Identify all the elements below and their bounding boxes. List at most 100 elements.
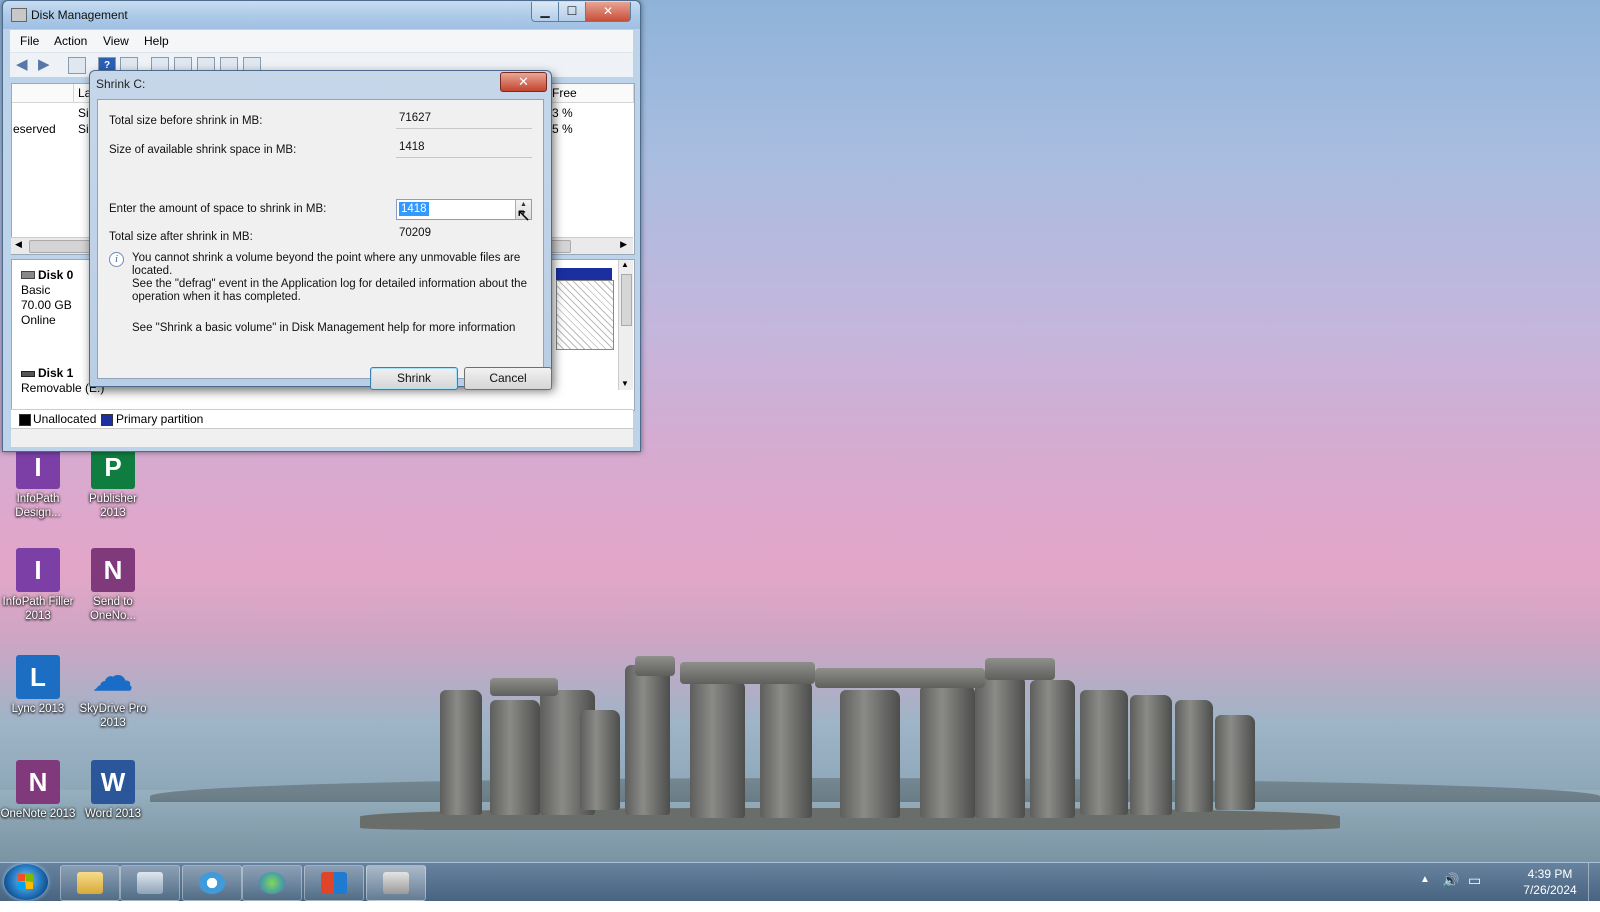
menu-bar: File Action View Help [10,30,633,53]
infopath-filler-icon: I [16,548,60,592]
globe-icon [259,872,285,894]
disk-0-type: Basic [21,283,51,297]
computer-icon [137,872,163,894]
taskbar-network[interactable] [242,865,302,901]
maximize-button[interactable]: ☐ [558,2,586,22]
menu-action[interactable]: Action [54,34,87,48]
taskbar-computer[interactable] [120,865,180,901]
legend-primary-swatch [101,414,113,426]
desktop-icon-label: Send to OneNo... [89,596,137,622]
desktop-icon-label: Word 2013 [84,808,142,820]
help-link-text: See "Shrink a basic volume" in Disk Mana… [132,322,516,334]
row-0-layout: Si [78,106,89,120]
disk-0-info[interactable]: Disk 0 Basic 70.00 GB Online [21,268,73,328]
taskbar-office[interactable] [304,865,364,901]
show-hidden-icons-icon[interactable]: ▲ [1420,874,1430,912]
row-1-free: 5 % [552,122,573,136]
disk-0-drive-icon [21,271,35,279]
scroll-down-icon[interactable]: ▼ [621,379,629,388]
total-size-before-value: 71627 [396,109,532,129]
disk-1-drive-icon [21,371,35,377]
desktop-icon-label: Lync 2013 [11,703,65,715]
disk-management-app-icon [11,8,27,22]
taskbar-explorer[interactable] [60,865,120,901]
start-button[interactable] [4,864,48,900]
total-size-before-label: Total size before shrink in MB: [109,115,263,127]
clock[interactable]: 4:39 PM 7/26/2024 [1510,866,1590,898]
dialog-close-button[interactable]: ✕ [500,72,547,92]
desktop-icon-word[interactable]: W Word 2013 [75,760,151,821]
column-header-free[interactable]: Free [548,84,634,103]
total-size-after-value: 70209 [399,227,431,239]
available-shrink-label: Size of available shrink space in MB: [109,144,297,156]
scroll-right-icon[interactable]: ▶ [620,239,627,250]
taskbar-browser[interactable] [182,865,242,901]
scroll-left-icon[interactable]: ◀ [15,239,22,250]
graph-vertical-scrollbar[interactable]: ▲ ▼ [618,260,633,390]
disk-0-name: Disk 0 [38,268,74,282]
clock-date: 7/26/2024 [1523,883,1577,897]
desktop-icon-label: InfoPath Design... [15,493,61,519]
dialog-title: Shrink C: [96,77,146,91]
desktop-icon-onenote[interactable]: N OneNote 2013 [0,760,76,821]
graph-scroll-thumb[interactable] [621,274,632,326]
forward-arrow-icon[interactable]: ▶ [38,57,50,72]
disk-1-name: Disk 1 [38,366,74,380]
taskbar: ▲ 🔊 ▭ 4:39 PM 7/26/2024 [0,862,1600,901]
clock-time: 4:39 PM [1527,867,1573,881]
word-icon: W [91,760,135,804]
desktop-icon-lync[interactable]: L Lync 2013 [0,655,76,716]
menu-file[interactable]: File [20,34,39,48]
info-line: See the "defrag" event in the Applicatio… [132,278,527,290]
menu-view[interactable]: View [103,34,129,48]
disk-0-size: 70.00 GB [21,298,72,312]
info-line: You cannot shrink a volume beyond the po… [132,252,521,277]
info-line: operation when it has completed. [132,291,301,303]
info-icon: i [109,252,124,267]
minimize-button[interactable]: ▁ [531,2,559,22]
show-hide-console-tree-icon[interactable] [68,57,86,74]
back-arrow-icon[interactable]: ◀ [16,57,28,72]
mouse-cursor-icon: ↖ [516,205,532,225]
windows-logo-icon [18,874,34,890]
shrink-dialog: Shrink C: ✕ Total size before shrink in … [89,70,552,390]
onenote-send-icon: N [91,548,135,592]
network-status-icon[interactable]: ▭ [1468,872,1481,910]
close-icon: ✕ [602,4,614,18]
desktop-icon-send-to-onenote[interactable]: N Send to OneNo... [75,548,151,623]
desktop-icon-label: Publisher 2013 [89,493,137,519]
close-button[interactable]: ✕ [585,2,631,22]
desktop-icon-publisher[interactable]: P Publisher 2013 [75,445,151,520]
skydrive-cloud-icon: ☁ [93,655,133,699]
legend-unallocated-label: Unallocated [33,412,97,426]
disk-0-partition-header [556,268,612,280]
shrink-amount-label: Enter the amount of space to shrink in M… [109,203,327,215]
legend-unallocated-swatch [19,414,31,426]
info-message: You cannot shrink a volume beyond the po… [132,252,537,304]
disk-0-status: Online [21,313,56,327]
partition-legend: Unallocated Primary partition [11,409,633,428]
volume-icon[interactable]: 🔊 [1442,872,1459,910]
status-bar [11,428,633,447]
show-desktop-button[interactable] [1588,863,1600,901]
disk-management-icon [383,872,409,894]
maximize-icon: ☐ [566,4,578,18]
shrink-amount-value[interactable]: 1418 [399,202,429,216]
shrink-button[interactable]: Shrink [370,367,458,390]
taskbar-disk-management[interactable] [366,865,426,901]
desktop-icon-infopath-filler[interactable]: I InfoPath Filler 2013 [0,548,76,623]
scroll-up-icon[interactable]: ▲ [621,260,629,269]
desktop-icon-infopath-designer[interactable]: I InfoPath Design... [0,445,76,520]
dialog-body: Total size before shrink in MB: 71627 Si… [97,99,552,390]
desktop-icon-label: InfoPath Filler 2013 [2,596,74,622]
column-header-volume[interactable] [12,84,74,103]
menu-help[interactable]: Help [144,34,169,48]
window-title: Disk Management [31,8,128,22]
desktop-icon-skydrive-pro[interactable]: ☁ SkyDrive Pro 2013 [75,655,151,730]
shrink-amount-input[interactable]: 1418 ▲ ▼ [396,199,532,220]
cancel-button[interactable]: Cancel [464,367,552,390]
office-icon [321,872,347,894]
minimize-icon: ▁ [540,4,550,18]
disk-0-partition-selected[interactable] [556,280,614,350]
row-1-volume: eserved [13,122,56,136]
